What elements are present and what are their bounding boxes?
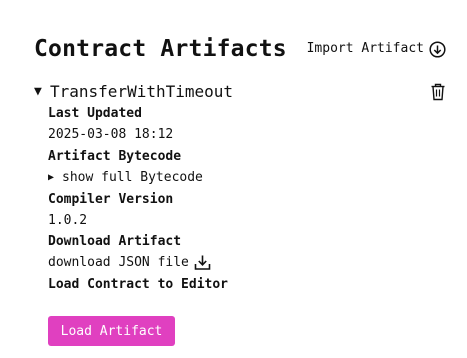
page-title: Contract Artifacts	[34, 36, 287, 62]
download-icon	[194, 254, 211, 271]
contract-artifacts-page: Contract Artifacts Import Artifact ▼ Tra…	[0, 0, 467, 358]
expanded-triangle-icon: ▼	[34, 84, 42, 99]
artifact-item: ▼ TransferWithTimeout Last Updated 2025-…	[34, 82, 446, 346]
import-artifact-button[interactable]: Import Artifact	[307, 40, 446, 58]
last-updated-label: Last Updated	[48, 106, 142, 121]
show-bytecode-label: show full Bytecode	[62, 170, 203, 185]
import-artifact-label: Import Artifact	[306, 41, 424, 56]
artifact-summary-toggle[interactable]: ▼ TransferWithTimeout	[34, 82, 446, 102]
download-json-link[interactable]: download JSON file	[48, 254, 211, 271]
download-artifact-label: Download Artifact	[48, 234, 182, 249]
load-contract-label: Load Contract to Editor	[48, 277, 229, 292]
arrow-down-circle-icon	[429, 40, 446, 58]
compiler-version-label: Compiler Version	[48, 192, 174, 207]
compiler-version-value: 1.0.2	[48, 213, 88, 228]
bytecode-label: Artifact Bytecode	[48, 149, 182, 164]
load-artifact-button[interactable]: Load Artifact	[48, 316, 175, 346]
last-updated-value: 2025-03-08 18:12	[48, 127, 174, 142]
trash-icon[interactable]	[430, 83, 446, 105]
show-bytecode-toggle[interactable]: ▶ show full Bytecode	[48, 170, 203, 186]
artifact-name: TransferWithTimeout	[50, 82, 234, 101]
download-json-label: download JSON file	[48, 254, 189, 270]
header: Contract Artifacts Import Artifact	[34, 34, 446, 68]
collapsed-triangle-icon: ▶	[48, 172, 55, 183]
